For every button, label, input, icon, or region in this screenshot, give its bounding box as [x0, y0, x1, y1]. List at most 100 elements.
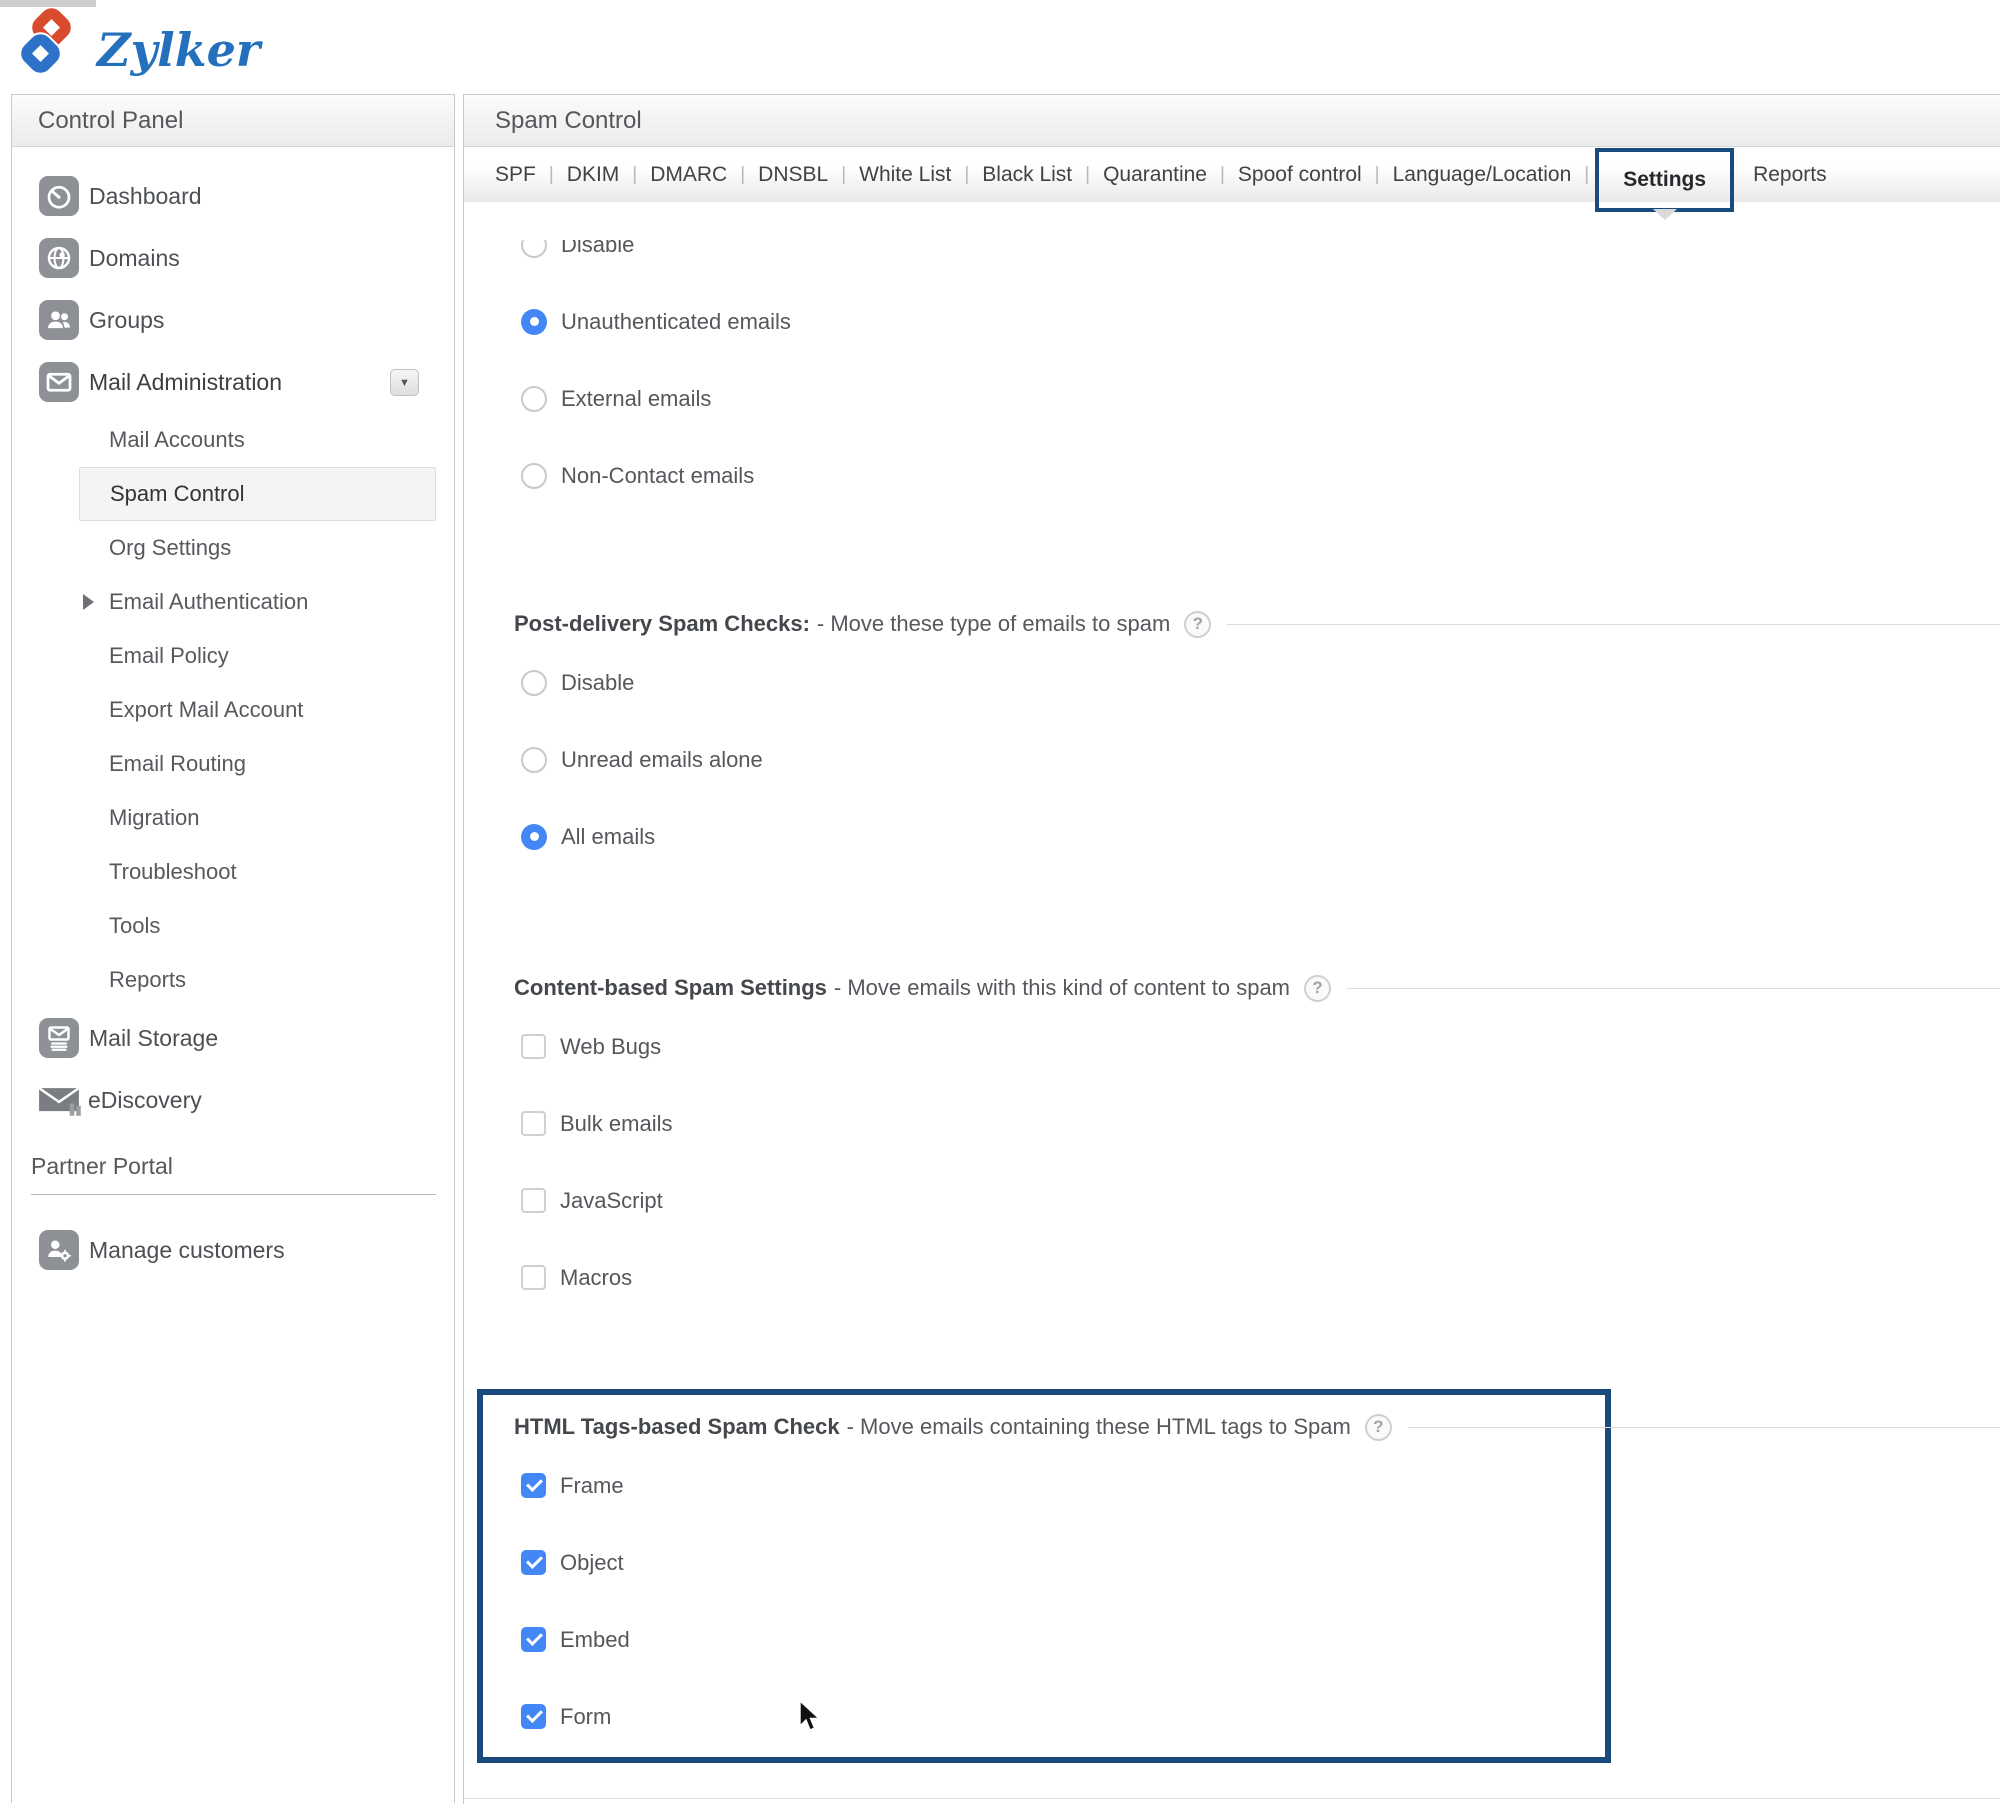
sidebar-item-reports[interactable]: Reports — [12, 953, 454, 1007]
radio-button[interactable] — [521, 240, 547, 258]
main-header: Spam Control — [464, 95, 2000, 147]
section-heading: HTML Tags-based Spam Check - Move emails … — [483, 1407, 2000, 1447]
radio-option-disable[interactable]: Disable — [514, 644, 2000, 721]
spam-control-tabs: SPF | DKIM | DMARC | DNSBL | White List | Black Li… — [464, 147, 2000, 220]
sidebar-item-domains[interactable]: Domains — [12, 227, 454, 289]
sidebar-item-label: Manage customers — [89, 1236, 285, 1263]
sidebar-item-mail-administration[interactable]: Mail Administration ▼ — [12, 351, 454, 413]
option-label: Object — [560, 1549, 624, 1575]
checkbox-option-web-bugs[interactable]: Web Bugs — [514, 1008, 2000, 1085]
option-label: Bulk emails — [560, 1110, 673, 1136]
option-label: Macros — [560, 1264, 633, 1290]
section-spam-verification: Disable Unauthenticated emails External em… — [464, 240, 2000, 514]
tab-language-location[interactable]: Language/Location — [1393, 163, 1572, 187]
chevron-down-icon[interactable]: ▼ — [390, 369, 419, 396]
ediscovery-icon — [36, 1080, 82, 1120]
radio-button[interactable] — [521, 385, 547, 412]
collapsed-arrow-icon[interactable] — [83, 594, 94, 610]
option-label: All emails — [561, 823, 656, 849]
checkbox-option-object[interactable]: Object — [483, 1524, 1605, 1601]
checkbox[interactable] — [521, 1704, 546, 1729]
sidebar-item-mail-accounts[interactable]: Mail Accounts — [12, 413, 454, 467]
settings-content: Disable Unauthenticated emails External em… — [464, 240, 2000, 1763]
sidebar-item-ediscovery[interactable]: eDiscovery — [12, 1069, 454, 1131]
checkbox-option-form[interactable]: Form — [483, 1678, 1605, 1755]
sidebar-item-label: Mail Accounts — [109, 427, 245, 452]
sidebar-item-dashboard[interactable]: Dashboard — [12, 165, 454, 227]
radio-option-external-emails[interactable]: External emails — [514, 360, 2000, 437]
radio-option-disable[interactable]: Disable — [514, 240, 2000, 283]
tab-dkim[interactable]: DKIM — [567, 163, 620, 187]
tab-spoof-control[interactable]: Spoof control — [1238, 163, 1362, 187]
checkbox[interactable] — [521, 1473, 546, 1498]
sidebar-item-label: Email Authentication — [109, 589, 309, 614]
tab-settings[interactable]: Settings — [1595, 147, 1735, 220]
sidebar-item-manage-customers[interactable]: Manage customers — [12, 1219, 454, 1281]
tab-reports[interactable]: Reports — [1753, 163, 1827, 187]
sidebar-item-email-policy[interactable]: Email Policy — [12, 629, 454, 683]
help-icon[interactable]: ? — [1304, 974, 1332, 1002]
radio-button[interactable] — [521, 823, 547, 850]
section-heading: Post-delivery Spam Checks: - Move these t… — [514, 604, 2000, 644]
sidebar-item-mail-storage[interactable]: Mail Storage — [12, 1007, 454, 1069]
manage-customers-icon — [39, 1230, 79, 1270]
radio-option-all-emails[interactable]: All emails — [514, 798, 2000, 875]
tab-separator: | — [1085, 163, 1091, 185]
tab-spf[interactable]: SPF — [495, 163, 536, 187]
sidebar-item-label: Export Mail Account — [109, 697, 304, 722]
checkbox-option-bulk-emails[interactable]: Bulk emails — [514, 1085, 2000, 1162]
radio-button[interactable] — [521, 669, 547, 696]
checkbox[interactable] — [521, 1188, 546, 1213]
tab-white-list[interactable]: White List — [859, 163, 951, 187]
app-logo: Zylker — [13, 8, 260, 88]
checkbox[interactable] — [521, 1627, 546, 1652]
checkbox[interactable] — [521, 1111, 546, 1136]
section-heading-title: Content-based Spam Settings — [514, 975, 827, 1000]
dashboard-icon — [39, 176, 79, 216]
domains-icon — [39, 238, 79, 278]
sidebar-item-org-settings[interactable]: Org Settings — [12, 521, 454, 575]
tab-dmarc[interactable]: DMARC — [650, 163, 727, 187]
radio-button[interactable] — [521, 746, 547, 773]
checkbox[interactable] — [521, 1550, 546, 1575]
radio-button[interactable] — [521, 308, 547, 335]
option-label: Non-Contact emails — [561, 462, 755, 488]
sidebar-header: Control Panel — [12, 95, 454, 147]
tab-black-list[interactable]: Black List — [982, 163, 1072, 187]
help-icon[interactable]: ? — [1364, 1413, 1392, 1441]
zylker-logo-icon — [19, 8, 71, 75]
sidebar-item-spam-control[interactable]: Spam Control — [79, 467, 436, 521]
sidebar-item-email-routing[interactable]: Email Routing — [12, 737, 454, 791]
sidebar-item-troubleshoot[interactable]: Troubleshoot — [12, 845, 454, 899]
tab-quarantine[interactable]: Quarantine — [1103, 163, 1207, 187]
checkbox-option-embed[interactable]: Embed — [483, 1601, 1605, 1678]
sidebar-item-label: Troubleshoot — [109, 859, 237, 884]
sidebar-item-label: Groups — [89, 306, 165, 333]
sidebar-item-export-mail-account[interactable]: Export Mail Account — [12, 683, 454, 737]
sidebar-nav: Dashboard Domains Groups Mail Administratio… — [12, 147, 454, 1131]
checkbox-option-javascript[interactable]: JavaScript — [514, 1162, 2000, 1239]
tab-dnsbl[interactable]: DNSBL — [758, 163, 828, 187]
tab-separator: | — [1584, 163, 1590, 185]
help-icon[interactable]: ? — [1184, 610, 1212, 638]
tab-separator: | — [841, 163, 847, 185]
section-heading: Content-based Spam Settings - Move emails… — [514, 968, 2000, 1008]
sidebar-item-groups[interactable]: Groups — [12, 289, 454, 351]
checkbox-option-frame[interactable]: Frame — [483, 1447, 1605, 1524]
sidebar-item-migration[interactable]: Migration — [12, 791, 454, 845]
radio-button[interactable] — [521, 462, 547, 489]
sidebar-item-tools[interactable]: Tools — [12, 899, 454, 953]
checkbox-option-macros[interactable]: Macros — [514, 1239, 2000, 1316]
option-label: Form — [560, 1703, 612, 1729]
radio-option-unread-emails-alone[interactable]: Unread emails alone — [514, 721, 2000, 798]
checkbox[interactable] — [521, 1034, 546, 1059]
partner-portal-header: Partner Portal — [31, 1153, 436, 1195]
tab-separator: | — [964, 163, 970, 185]
mail-administration-icon — [39, 362, 79, 402]
sidebar-item-email-authentication[interactable]: Email Authentication — [12, 575, 454, 629]
checkbox[interactable] — [521, 1265, 546, 1290]
radio-option-unauthenticated-emails[interactable]: Unauthenticated emails — [514, 283, 2000, 360]
option-label: JavaScript — [560, 1187, 663, 1213]
sidebar-item-label: Migration — [109, 805, 200, 830]
radio-option-non-contact-emails[interactable]: Non-Contact emails — [514, 437, 2000, 514]
